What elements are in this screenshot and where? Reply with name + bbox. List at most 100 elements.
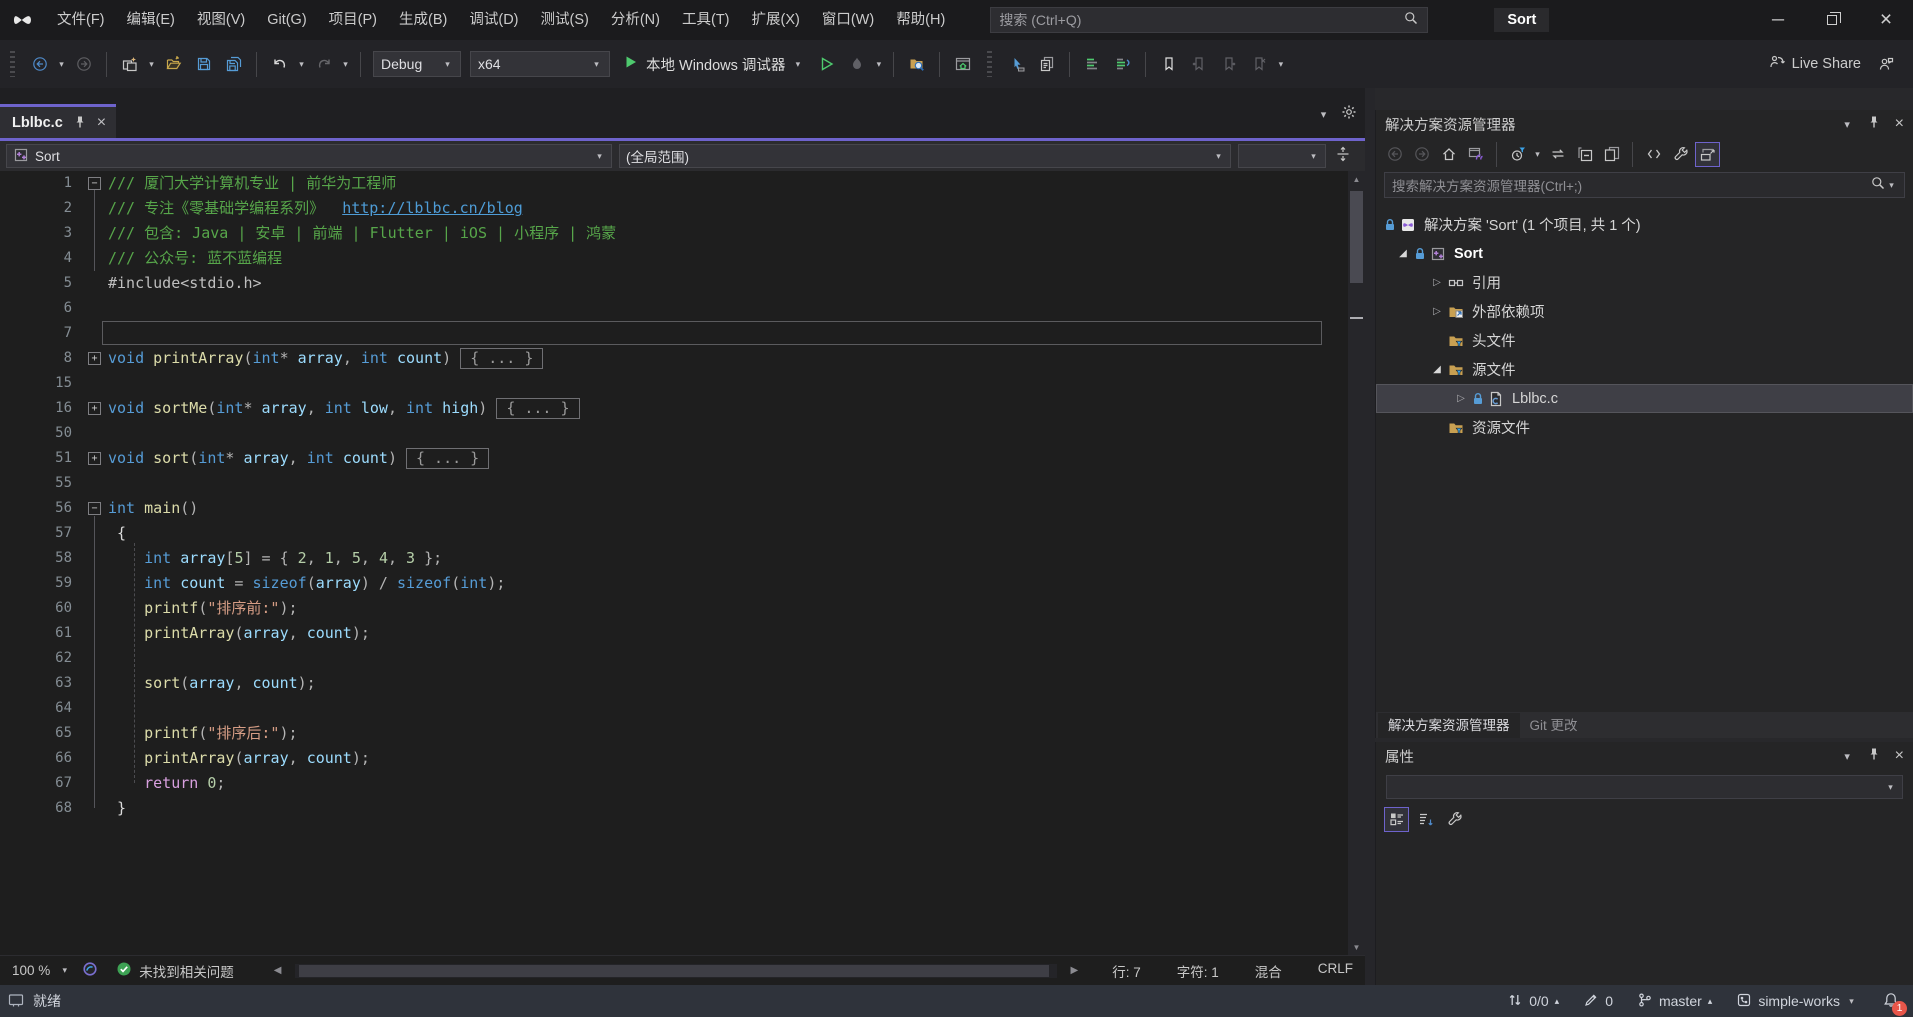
horizontal-scrollbar-thumb[interactable] <box>299 964 1049 977</box>
pending-changes-filter-button[interactable] <box>1505 142 1530 167</box>
menu-item-生成(B)[interactable]: 生成(B) <box>388 0 458 40</box>
code-line-55[interactable]: 55 <box>0 471 1348 496</box>
tree-item-Sort[interactable]: ◢ Sort <box>1376 239 1913 268</box>
collapse-all-button[interactable] <box>1572 142 1597 167</box>
code-line-56[interactable]: 56 − int main() <box>0 496 1348 521</box>
fold-marker[interactable]: − <box>88 177 101 190</box>
git-branch-button[interactable]: master ▴ <box>1637 992 1712 1011</box>
new-project-button[interactable] <box>116 51 143 78</box>
code-line-50[interactable]: 50 <box>0 421 1348 446</box>
pin-icon[interactable] <box>72 115 88 131</box>
code-line-1[interactable]: 1 −/// 厦门大学计算机专业 | 前华为工程师 <box>0 171 1348 196</box>
close-button[interactable]: × <box>1859 0 1913 40</box>
indentation-indicator[interactable]: 混合 <box>1255 961 1282 981</box>
show-all-code-button[interactable] <box>1641 142 1666 167</box>
code-editor[interactable]: 1−/// 厦门大学计算机专业 | 前华为工程师 2/// 专注《零基础学编程系列… <box>0 171 1348 955</box>
feedback-person-button[interactable] <box>1872 51 1899 78</box>
format-document-button[interactable] <box>1079 51 1106 78</box>
menu-item-窗口(W)[interactable]: 窗口(W) <box>811 0 885 40</box>
fold-marker[interactable]: + <box>88 352 101 365</box>
menu-item-调试(D)[interactable]: 调试(D) <box>458 0 529 40</box>
menu-item-文件(F)[interactable]: 文件(F) <box>46 0 116 40</box>
categorized-view-button[interactable] <box>1384 806 1409 832</box>
profiler-dropdown[interactable]: ▾ <box>873 59 884 70</box>
solution-configuration-dropdown[interactable]: Debug ▾ <box>373 51 461 77</box>
alphabetical-view-button[interactable] <box>1413 807 1438 832</box>
solution-explorer-home-button[interactable] <box>949 51 976 78</box>
se-back-button[interactable] <box>1382 142 1407 167</box>
expander-icon[interactable]: ◢ <box>1394 248 1412 259</box>
redo-button[interactable] <box>310 51 337 78</box>
save-all-button[interactable] <box>220 51 247 78</box>
menu-item-扩展(X)[interactable]: 扩展(X) <box>741 0 811 40</box>
menu-item-分析(N)[interactable]: 分析(N) <box>600 0 671 40</box>
code-line-65[interactable]: 65 printf("排序后:"); <box>0 721 1348 746</box>
performance-profiler-button[interactable] <box>843 51 870 78</box>
live-share-button[interactable]: Live Share <box>1761 54 1869 74</box>
redo-dropdown[interactable]: ▾ <box>340 59 351 70</box>
close-tab-icon[interactable]: × <box>97 114 106 132</box>
expander-icon[interactable]: ▷ <box>1428 277 1446 288</box>
start-without-debugging-button[interactable] <box>813 51 840 78</box>
code-line-58[interactable]: 58 int array[5] = { 2, 1, 5, 4, 3 }; <box>0 546 1348 571</box>
code-health-indicator[interactable]: 未找到相关问题 <box>116 961 234 981</box>
fold-marker[interactable]: + <box>88 402 101 415</box>
open-file-button[interactable] <box>160 51 187 78</box>
close-panel-icon[interactable]: × <box>1895 747 1904 765</box>
menu-item-工具(T)[interactable]: 工具(T) <box>671 0 741 40</box>
sync-with-active-document-button[interactable] <box>1545 142 1570 167</box>
quick-search-box[interactable]: 搜索 (Ctrl+Q) <box>990 7 1429 33</box>
collapsed-region[interactable]: { ... } <box>406 448 490 469</box>
scroll-up-icon[interactable]: ▲ <box>1348 171 1365 187</box>
code-line-3[interactable]: 3 /// 包含: Java | 安卓 | 前端 | Flutter | iOS … <box>0 221 1348 246</box>
expander-icon[interactable]: ◢ <box>1428 364 1446 375</box>
undo-button[interactable] <box>266 51 293 78</box>
previous-bookmark-button[interactable] <box>1185 51 1212 78</box>
start-debugging-button[interactable]: 本地 Windows 调试器 ▾ <box>616 49 810 79</box>
menu-item-项目(P)[interactable]: 项目(P) <box>318 0 388 40</box>
project-scope-dropdown[interactable]: Sort ▾ <box>6 144 612 168</box>
bookmarks-overflow[interactable]: ▾ <box>1275 59 1286 70</box>
menu-item-视图(V)[interactable]: 视图(V) <box>186 0 256 40</box>
navigate-forward-button[interactable] <box>70 51 97 78</box>
se-forward-button[interactable] <box>1409 142 1434 167</box>
toggle-bookmark-button[interactable] <box>1155 51 1182 78</box>
code-line-2[interactable]: 2 /// 专注《零基础学编程系列》 http://lblbc.cn/blog <box>0 196 1348 221</box>
format-selection-button[interactable] <box>1109 51 1136 78</box>
code-line-62[interactable]: 62 <box>0 646 1348 671</box>
search-options-dropdown[interactable]: ▾ <box>1886 180 1897 191</box>
tab-lblbc-c[interactable]: Lblbc.c × <box>0 104 117 138</box>
scroll-left-icon[interactable]: ◀ <box>274 965 282 976</box>
code-line-63[interactable]: 63 sort(array, count); <box>0 671 1348 696</box>
menu-item-测试(S)[interactable]: 测试(S) <box>530 0 600 40</box>
tree-item-解决方案 'Sort' (1 个项目, 共 1 个)[interactable]: 解决方案 'Sort' (1 个项目, 共 1 个) <box>1376 210 1913 239</box>
new-project-dropdown[interactable]: ▾ <box>146 59 157 70</box>
zoom-dropdown[interactable]: 100 % ▾ <box>8 963 74 978</box>
se-home-button[interactable] <box>1436 142 1461 167</box>
toolbar-grip[interactable] <box>10 51 15 77</box>
pin-icon[interactable] <box>1866 747 1882 766</box>
tree-item-源文件[interactable]: ◢ 源文件 <box>1376 355 1913 384</box>
solution-platform-dropdown[interactable]: x64 ▾ <box>470 51 610 77</box>
pending-edits-button[interactable]: 0 <box>1583 992 1613 1011</box>
code-line-57[interactable]: 57 { <box>0 521 1348 546</box>
code-line-8[interactable]: 8 + void printArray(int* array, int count)… <box>0 346 1348 371</box>
menu-item-帮助(H)[interactable]: 帮助(H) <box>885 0 956 40</box>
properties-wrench-button[interactable] <box>1668 142 1693 167</box>
solution-explorer-search-box[interactable]: 搜索解决方案资源管理器(Ctrl+;) ▾ <box>1384 172 1905 198</box>
expander-icon[interactable]: ▷ <box>1428 306 1446 317</box>
filter-dropdown[interactable]: ▾ <box>1532 149 1543 160</box>
document-outline-button[interactable] <box>1033 51 1060 78</box>
tree-item-资源文件[interactable]: 资源文件 <box>1376 413 1913 442</box>
panel-menu-dropdown[interactable]: ▾ <box>1842 118 1853 131</box>
type-scope-dropdown[interactable]: (全局范围) ▾ <box>619 144 1231 168</box>
scroll-down-icon[interactable]: ▼ <box>1348 939 1365 955</box>
menu-item-Git(G)[interactable]: Git(G) <box>256 0 317 40</box>
scroll-right-icon[interactable]: ▶ <box>1071 965 1079 976</box>
code-line-15[interactable]: 15 <box>0 371 1348 396</box>
line-indicator[interactable]: 行: 7 <box>1112 961 1141 981</box>
code-line-67[interactable]: 67 return 0; <box>0 771 1348 796</box>
tab-git-changes[interactable]: Git 更改 <box>1520 713 1588 738</box>
save-button[interactable] <box>190 51 217 78</box>
code-line-60[interactable]: 60 printf("排序前:"); <box>0 596 1348 621</box>
